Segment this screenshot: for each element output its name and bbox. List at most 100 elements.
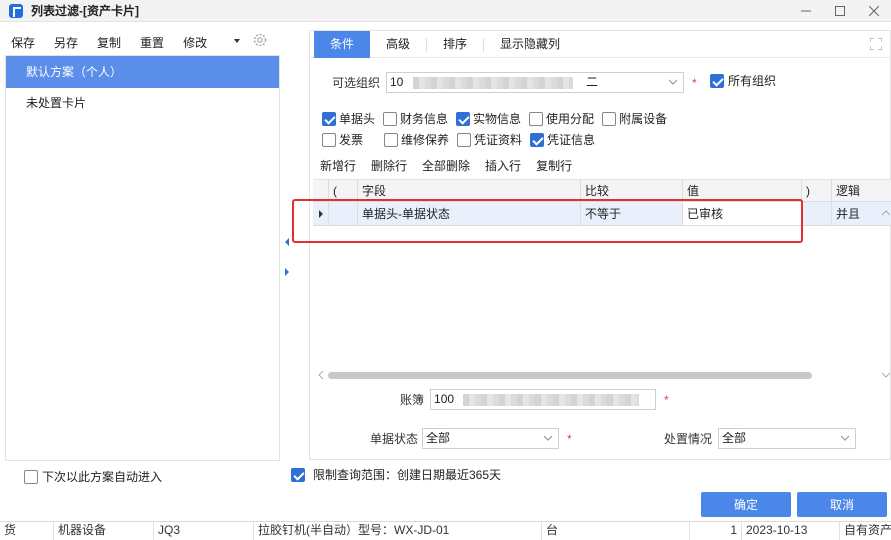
required-mark: * xyxy=(664,392,669,407)
org-select[interactable]: 10 二 xyxy=(386,72,684,93)
limit-query-checkbox[interactable] xyxy=(291,467,305,482)
auto-enter-label: 下次以此方案自动进入 xyxy=(42,470,163,484)
ok-button[interactable]: 确定 xyxy=(701,492,791,517)
checkbox-item-finance[interactable]: 财务信息 xyxy=(383,110,448,127)
checkbox[interactable] xyxy=(322,132,336,147)
tab-advanced[interactable]: 高级 xyxy=(370,31,426,58)
checkbox[interactable] xyxy=(322,111,336,126)
org-value-suffix: 二 xyxy=(586,75,599,89)
org-label: 可选组织 xyxy=(332,76,381,90)
checkbox-label: 单据头 xyxy=(339,112,376,126)
bg-cell: 1 xyxy=(690,522,742,540)
checkbox-label: 附属设备 xyxy=(619,112,668,126)
checkbox-label: 财务信息 xyxy=(400,112,449,126)
scroll-up-icon[interactable] xyxy=(882,209,890,217)
redacted-value xyxy=(463,393,640,406)
filter-panel: 条件 高级 排序 显示隐藏列 可选组织 10 二 * 所有组织 单据头 财务信息… xyxy=(309,30,891,460)
book-input[interactable]: 100 xyxy=(430,389,657,410)
scheme-toolbar: 保存 另存 复制 重置 修改 xyxy=(0,30,280,54)
checkbox-item-physical[interactable]: 实物信息 xyxy=(456,110,521,127)
section-checkboxes: 单据头 财务信息 实物信息 使用分配 附属设备 发票 维修保养 凭证资料 凭证信… xyxy=(322,108,682,150)
title-bar: 列表过滤-[资产卡片] xyxy=(0,0,891,22)
org-row: 可选组织 10 二 * xyxy=(332,72,697,93)
annotation-highlight xyxy=(292,199,803,243)
checkbox-item-header[interactable]: 单据头 xyxy=(322,110,375,127)
checkbox-item-maintenance[interactable]: 维修保养 xyxy=(384,131,449,148)
bg-cell: 2023-10-13 xyxy=(742,522,840,540)
background-table-row: 货 机器设备 JQ3 拉胶钉机(半自动）型号：WX-JD-01 台 1 2023… xyxy=(0,521,891,540)
scheme-item-undisposed[interactable]: 未处置卡片 xyxy=(6,88,279,119)
app-icon xyxy=(9,3,23,18)
bg-cell: 拉胶钉机(半自动）型号：WX-JD-01 xyxy=(254,522,542,540)
checkbox-item-accessory[interactable]: 附属设备 xyxy=(602,110,667,127)
tab-columns[interactable]: 显示隐藏列 xyxy=(484,31,576,58)
tab-conditions[interactable]: 条件 xyxy=(314,31,371,58)
checkbox[interactable] xyxy=(457,132,472,147)
add-row-button[interactable]: 新增行 xyxy=(320,157,356,174)
limit-query-option[interactable]: 限制查询范围：创建日期最近365天 xyxy=(291,466,501,483)
column-header-open-paren[interactable]: ( xyxy=(329,180,358,201)
minimize-icon[interactable] xyxy=(789,0,823,22)
required-mark: * xyxy=(692,75,697,90)
save-button[interactable]: 保存 xyxy=(11,34,35,51)
checkbox[interactable] xyxy=(529,111,544,126)
column-header-logic[interactable]: 逻辑 xyxy=(832,180,891,201)
checkbox[interactable] xyxy=(384,132,399,147)
scrollbar-thumb[interactable] xyxy=(328,372,812,379)
grid-toolbar: 新增行 删除行 全部删除 插入行 复制行 xyxy=(320,155,587,175)
all-org-option[interactable]: 所有组织 xyxy=(710,72,776,89)
column-header-value[interactable]: 值 xyxy=(683,180,802,201)
expand-icon[interactable] xyxy=(870,38,882,50)
copy-row-button[interactable]: 复制行 xyxy=(536,157,572,174)
doc-status-select[interactable]: 全部 xyxy=(422,428,560,449)
auto-enter-option[interactable]: 下次以此方案自动进入 xyxy=(24,468,162,485)
bg-cell: JQ3 xyxy=(154,522,254,540)
column-header-compare[interactable]: 比较 xyxy=(581,180,683,201)
disposal-select[interactable]: 全部 xyxy=(718,428,857,449)
close-icon[interactable] xyxy=(857,0,891,22)
disposal-value: 全部 xyxy=(722,431,747,445)
checkbox[interactable] xyxy=(456,111,471,126)
doc-status-row: 单据状态 全部 * xyxy=(370,428,572,449)
scheme-item-default[interactable]: 默认方案（个人） xyxy=(6,56,279,88)
reset-button[interactable]: 重置 xyxy=(140,34,164,51)
insert-row-button[interactable]: 插入行 xyxy=(485,157,521,174)
disposal-label: 处置情况 xyxy=(664,432,713,446)
checkbox-item-voucher-info[interactable]: 凭证信息 xyxy=(530,131,595,148)
book-label: 账簿 xyxy=(400,393,425,407)
gear-icon[interactable] xyxy=(252,32,268,48)
copy-button[interactable]: 复制 xyxy=(97,34,121,51)
checkbox-item-voucher-docs[interactable]: 凭证资料 xyxy=(457,131,522,148)
column-header-close-paren[interactable]: ) xyxy=(802,180,832,201)
maximize-icon[interactable] xyxy=(823,0,857,22)
delete-all-button[interactable]: 全部删除 xyxy=(422,157,470,174)
doc-status-value: 全部 xyxy=(426,431,451,445)
checkbox-label: 凭证信息 xyxy=(547,133,596,147)
column-header-field[interactable]: 字段 xyxy=(358,180,581,201)
scroll-left-icon[interactable] xyxy=(318,371,324,379)
checkbox-item-allocation[interactable]: 使用分配 xyxy=(529,110,594,127)
all-org-checkbox[interactable] xyxy=(710,73,724,88)
horizontal-scrollbar[interactable] xyxy=(318,370,888,380)
auto-enter-checkbox[interactable] xyxy=(24,469,38,484)
org-value-prefix: 10 xyxy=(390,75,404,89)
save-as-button[interactable]: 另存 xyxy=(54,34,78,51)
redacted-value xyxy=(412,76,573,89)
tab-sort[interactable]: 排序 xyxy=(427,31,483,58)
checkbox[interactable] xyxy=(602,111,617,126)
scheme-list: 默认方案（个人） 未处置卡片 xyxy=(5,55,280,461)
chevron-down-icon xyxy=(669,79,677,85)
checkbox-label: 使用分配 xyxy=(546,112,595,126)
panel-collapse-icon[interactable] xyxy=(283,238,291,278)
filter-tabs: 条件 高级 排序 显示隐藏列 xyxy=(310,31,891,58)
book-value-prefix: 100 xyxy=(434,392,455,406)
chevron-down-icon[interactable] xyxy=(234,38,240,44)
cell-close-paren[interactable] xyxy=(802,202,832,225)
delete-row-button[interactable]: 删除行 xyxy=(371,157,407,174)
checkbox-item-invoice[interactable]: 发票 xyxy=(322,131,363,148)
cancel-button[interactable]: 取消 xyxy=(797,492,887,517)
checkbox[interactable] xyxy=(530,132,545,147)
checkbox[interactable] xyxy=(383,111,398,126)
window-title: 列表过滤-[资产卡片] xyxy=(31,4,139,18)
modify-button[interactable]: 修改 xyxy=(183,34,207,51)
